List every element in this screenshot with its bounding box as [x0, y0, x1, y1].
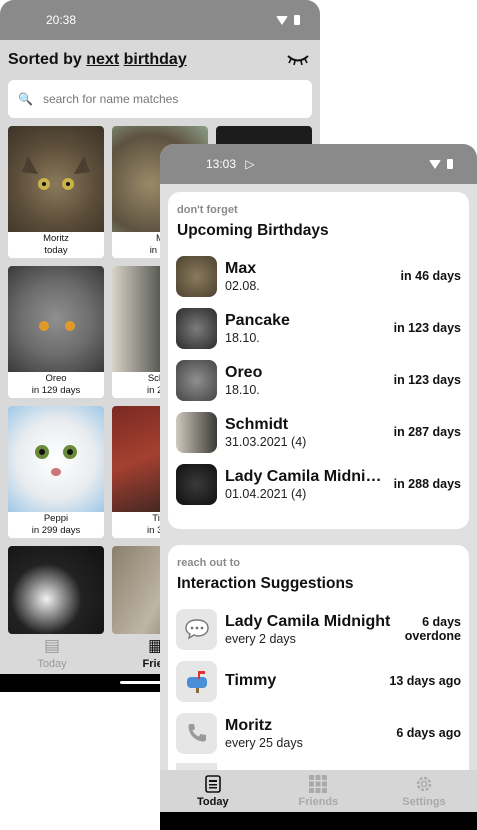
friend-name: Pancake	[225, 311, 290, 329]
nav-settings[interactable]: Settings	[371, 770, 477, 812]
avatar	[176, 411, 217, 453]
status-bar: 20:38	[0, 0, 320, 40]
birthday-date: 01.04.2021 (4)	[225, 486, 307, 501]
birthday-date: 18.10.	[225, 330, 260, 345]
suggestions-kicker: reach out to	[177, 557, 240, 569]
birthday-row[interactable]: Pancake 18.10. in 123 days	[176, 306, 461, 350]
sort-header: Sorted by next birthday	[0, 40, 320, 80]
friend-name: Timmy	[225, 671, 277, 689]
cat-photo	[8, 126, 104, 232]
status-time: 20:38	[46, 13, 77, 27]
days-until: in 123 days	[393, 321, 461, 335]
battery-icon	[447, 159, 453, 169]
interaction-status: 6 days	[422, 615, 461, 629]
speech-bubble-icon	[176, 608, 217, 650]
birthday-date: 31.03.2021 (4)	[225, 434, 307, 449]
cat-photo	[8, 266, 104, 372]
suggestions-title: Interaction Suggestions	[177, 575, 354, 592]
play-icon: ▷	[245, 157, 255, 171]
search-input[interactable]: 🔍 search for name matches	[8, 80, 312, 118]
search-icon: 🔍	[18, 92, 33, 106]
birthday-row[interactable]: Lady Camila Midnight 01.04.2021 (4) in 28…	[176, 462, 461, 506]
days-until: in 287 days	[393, 425, 461, 439]
search-placeholder: search for name matches	[42, 92, 179, 106]
tile-name: Moritz	[43, 233, 69, 244]
friend-name: Moritz	[225, 716, 273, 734]
mailbox-icon	[176, 660, 217, 702]
calendar-icon	[160, 774, 266, 794]
friend-tile-oreo[interactable]: Oreo in 129 days	[8, 266, 104, 398]
tile-when: today	[44, 245, 68, 256]
suggestion-row[interactable]: Timmy 13 days ago	[176, 659, 461, 703]
tile-name: Peppi	[43, 513, 69, 524]
sort-birthday-link[interactable]: birthday	[124, 51, 187, 68]
gear-icon	[371, 774, 477, 794]
birthday-date: 02.08.	[225, 278, 260, 293]
days-until: in 123 days	[393, 373, 461, 387]
grid-icon	[266, 774, 372, 794]
birthday-row[interactable]: Schmidt 31.03.2021 (4) in 287 days	[176, 410, 461, 454]
friend-name: Lady Camila Midnight	[225, 612, 391, 630]
days-until: in 288 days	[393, 477, 461, 491]
nav-friends[interactable]: Friends	[266, 770, 372, 812]
interaction-frequency: every 2 days	[225, 631, 296, 646]
sort-title: Sorted by next birthday	[8, 51, 187, 68]
navigation-bar	[160, 812, 477, 830]
suggestion-row[interactable]: Lady Camila Midnight every 2 days 6 days o…	[176, 607, 461, 651]
phone-icon	[176, 712, 217, 754]
interaction-status-detail: overdone	[404, 629, 461, 643]
status-bar: 13:03 ▷	[160, 144, 477, 184]
upcoming-kicker: don't forget	[177, 204, 238, 216]
tile-when: in 129 days	[31, 385, 81, 396]
tile-when: in 299 days	[31, 525, 81, 536]
upcoming-title: Upcoming Birthdays	[177, 222, 329, 239]
bottom-nav: Today Friends Settings	[160, 770, 477, 812]
interaction-suggestions-card: reach out to Interaction Suggestions Lad…	[168, 545, 469, 785]
friend-name: Lady Camila Midnight	[225, 467, 385, 485]
interaction-status: 6 days ago	[396, 726, 461, 740]
status-time: 13:03	[206, 157, 237, 171]
friend-name: Oreo	[225, 363, 263, 381]
avatar	[176, 463, 217, 505]
battery-icon	[294, 15, 300, 25]
birthday-row[interactable]: Max 02.08. in 46 days	[176, 254, 461, 298]
friend-name: Max	[225, 259, 257, 277]
wifi-icon	[429, 159, 441, 169]
avatar	[176, 255, 217, 297]
birthday-date: 18.10.	[225, 382, 260, 397]
friend-tile-moritz[interactable]: Moritz today	[8, 126, 104, 258]
front-phone-screen: 13:03 ▷ don't forget Upcoming Birthdays …	[160, 144, 477, 830]
calendar-icon: ▤	[43, 636, 61, 655]
friend-name: Schmidt	[225, 415, 289, 433]
nav-today[interactable]: ▤ Today	[0, 634, 104, 674]
wifi-icon	[276, 15, 288, 25]
cat-photo	[8, 546, 104, 634]
tile-name: Oreo	[45, 373, 67, 384]
cat-photo	[8, 406, 104, 512]
days-until: in 46 days	[400, 269, 461, 283]
interaction-frequency: every 25 days	[225, 735, 303, 750]
upcoming-birthdays-card: don't forget Upcoming Birthdays Max 02.08…	[168, 192, 469, 529]
sort-next-link[interactable]: next	[86, 51, 119, 68]
nav-today[interactable]: Today	[160, 770, 266, 812]
suggestion-row[interactable]: Moritz every 25 days 6 days ago	[176, 711, 461, 755]
friend-tile-row4-a[interactable]	[8, 546, 104, 634]
birthday-row[interactable]: Oreo 18.10. in 123 days	[176, 358, 461, 402]
closed-eye-icon[interactable]	[286, 53, 310, 67]
interaction-status: 13 days ago	[389, 674, 461, 688]
avatar	[176, 359, 217, 401]
friend-tile-peppi[interactable]: Peppi in 299 days	[8, 406, 104, 538]
avatar	[176, 307, 217, 349]
